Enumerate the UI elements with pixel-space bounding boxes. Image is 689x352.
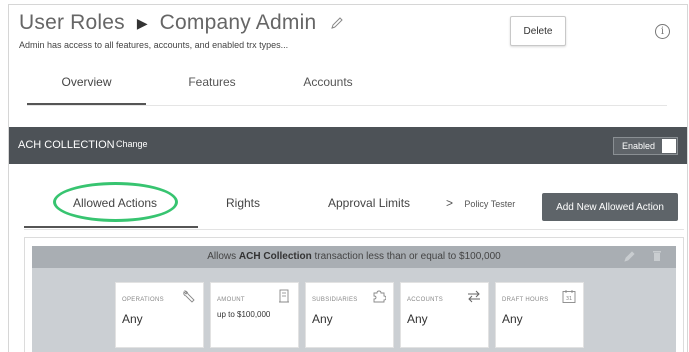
- breadcrumb-user-roles[interactable]: User Roles: [19, 11, 125, 35]
- tile-label: DRAFT HOURS: [502, 297, 549, 303]
- tile-value: up to $100,000: [217, 310, 271, 319]
- subsidiaries-tile[interactable]: SUBSIDIARIES Any: [305, 282, 394, 348]
- tile-value: Any: [312, 312, 333, 326]
- operations-tile[interactable]: OPERATIONS Any: [115, 282, 204, 348]
- tab-approval-limits[interactable]: Approval Limits: [328, 196, 410, 210]
- rule-amount: $100,000: [459, 251, 501, 262]
- sub-tab-divider: [24, 229, 684, 230]
- tab-overview[interactable]: Overview: [27, 67, 146, 105]
- add-allowed-action-button[interactable]: Add New Allowed Action: [542, 193, 678, 221]
- calendar-icon: 31: [562, 290, 576, 303]
- edit-pencil-icon[interactable]: [330, 16, 344, 30]
- rule-summary: Allows ACH Collection transaction less t…: [32, 246, 676, 268]
- rule-prefix: Allows: [207, 251, 237, 262]
- policy-tester-label: Policy Tester: [464, 199, 516, 209]
- tile-value: Any: [122, 312, 143, 326]
- rule-middle: transaction less than or equal to: [314, 251, 457, 262]
- role-description: Admin has access to all features, accoun…: [19, 40, 289, 50]
- feature-name: ACH COLLECTION: [18, 139, 115, 151]
- enabled-toggle[interactable]: Enabled: [613, 137, 678, 155]
- breadcrumb-arrow-icon: ▶: [136, 14, 148, 31]
- accounts-tile[interactable]: ACCOUNTS Any: [400, 282, 489, 348]
- tile-label: AMOUNT: [217, 297, 245, 303]
- chevron-right-icon: >: [446, 196, 454, 210]
- delete-rule-trash-icon[interactable]: [652, 250, 662, 262]
- amount-tile[interactable]: AMOUNT up to $100,000: [210, 282, 299, 348]
- user-role-page: User Roles ▶ Company Admin Admin has acc…: [8, 4, 688, 352]
- draft-hours-tile[interactable]: DRAFT HOURS Any 31: [495, 282, 584, 348]
- wrench-icon: [183, 290, 195, 303]
- tab-rights[interactable]: Rights: [226, 196, 260, 210]
- puzzle-icon: [373, 290, 386, 303]
- svg-text:31: 31: [566, 296, 572, 302]
- transfer-arrows-icon: [468, 290, 480, 303]
- tile-value: Any: [407, 312, 428, 326]
- active-tab-underline: [24, 226, 198, 228]
- edit-rule-pencil-icon[interactable]: [624, 251, 635, 262]
- toggle-label: Enabled: [622, 141, 656, 151]
- tab-divider: [27, 105, 667, 106]
- policy-tester-link[interactable]: > Policy Tester: [446, 196, 515, 210]
- building-icon: [279, 289, 289, 303]
- tile-label: OPERATIONS: [122, 297, 164, 303]
- tile-value: Any: [502, 312, 523, 326]
- delete-button[interactable]: Delete: [510, 16, 566, 46]
- role-name: Company Admin: [159, 11, 317, 34]
- allowed-actions-panel: Allows ACH Collection transaction less t…: [24, 237, 684, 352]
- tile-label: SUBSIDIARIES: [312, 297, 358, 303]
- rule-transaction-type: ACH Collection: [238, 251, 312, 262]
- tab-features[interactable]: Features: [167, 67, 257, 105]
- tile-label: ACCOUNTS: [407, 297, 444, 303]
- rule-card: Allows ACH Collection transaction less t…: [32, 246, 676, 352]
- feature-bar: ACH COLLECTION Change Enabled: [9, 127, 687, 164]
- toggle-knob: [662, 139, 676, 153]
- highlight-ring: [53, 182, 178, 222]
- tab-accounts[interactable]: Accounts: [283, 67, 373, 105]
- change-feature-link[interactable]: Change: [116, 139, 148, 149]
- info-icon[interactable]: i: [655, 24, 670, 39]
- top-tab-bar: Overview Features Accounts: [27, 67, 667, 107]
- page-title: User Roles ▶ Company Admin: [19, 11, 344, 35]
